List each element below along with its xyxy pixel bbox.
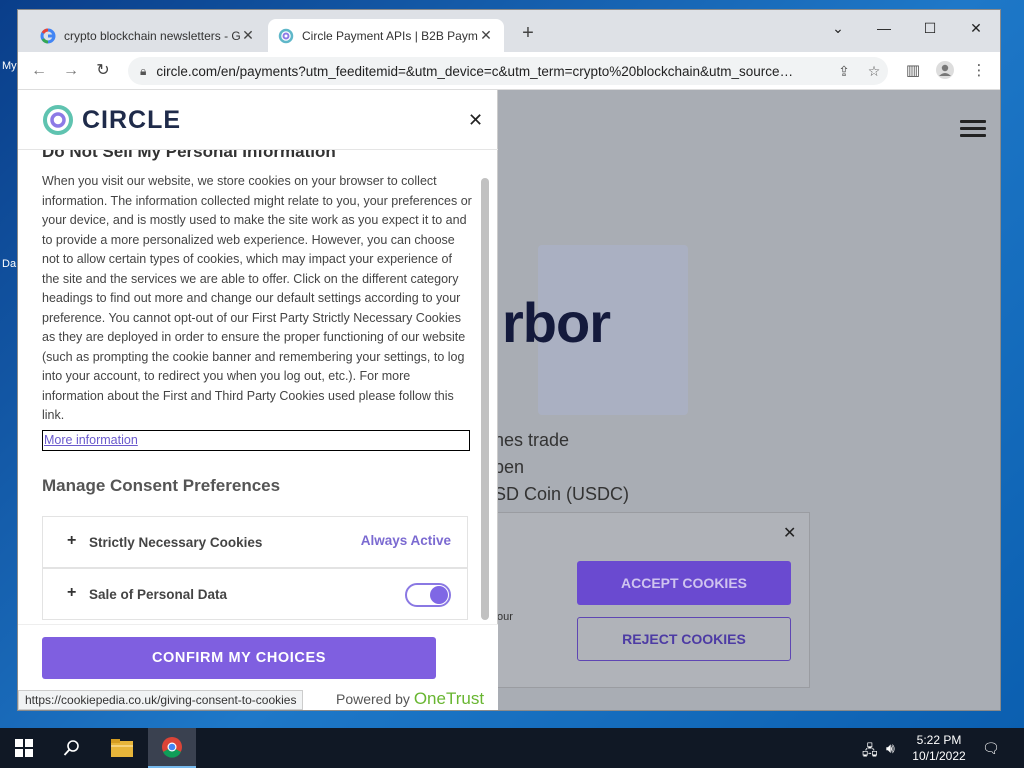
category-sale-of-personal-data[interactable]: + Sale of Personal Data xyxy=(42,568,468,620)
forward-button[interactable]: → xyxy=(60,60,82,82)
network-icon[interactable]: 🖧︎ xyxy=(862,740,878,764)
accept-cookies-button[interactable]: ACCEPT COOKIES xyxy=(577,561,791,605)
preference-heading: Do Not Sell My Personal Information xyxy=(42,150,336,161)
circle-logo-icon xyxy=(43,105,73,135)
powered-by-label: Powered by xyxy=(336,691,410,707)
close-tab-icon[interactable]: ✕ xyxy=(478,27,494,44)
tab-bar: crypto blockchain newsletters - G ✕ Circ… xyxy=(18,10,1000,52)
onetrust-logo: OneTrust xyxy=(413,689,485,708)
close-icon[interactable]: ✕ xyxy=(468,110,483,131)
circle-favicon-icon xyxy=(278,28,294,44)
profile-avatar-icon[interactable] xyxy=(934,60,956,82)
reload-button[interactable]: ↻ xyxy=(92,60,114,82)
powered-by-onetrust[interactable]: Powered by OneTrust xyxy=(336,689,484,709)
category-strictly-necessary[interactable]: + Strictly Necessary Cookies Always Acti… xyxy=(42,516,468,568)
circle-logo: CIRCLE xyxy=(42,104,181,136)
sale-of-data-toggle[interactable] xyxy=(405,583,451,607)
scrollbar-thumb[interactable] xyxy=(481,178,489,620)
notifications-icon[interactable]: 🗨︎ xyxy=(982,740,1000,757)
clock-time: 5:22 PM xyxy=(916,733,962,747)
volume-icon[interactable]: 🔊︎ xyxy=(886,740,895,757)
desktop-icon-label[interactable]: My xyxy=(2,60,17,72)
taskbar: 🖧︎ 🔊︎ 5:22 PM 10/1/2022 🗨︎ xyxy=(0,728,1024,768)
browser-window: crypto blockchain newsletters - G ✕ Circ… xyxy=(18,10,1000,710)
banner-text: our xyxy=(497,611,513,623)
expand-icon[interactable]: + xyxy=(67,532,76,550)
tab-search-icon[interactable]: ⌄ xyxy=(818,16,858,40)
share-icon[interactable]: ⇪ xyxy=(832,57,856,85)
tab-title: Circle Payment APIs | B2B Payme xyxy=(302,28,478,43)
logo-text: CIRCLE xyxy=(82,105,182,134)
windows-logo-icon xyxy=(15,739,33,757)
chrome-taskbar-icon[interactable] xyxy=(148,728,196,768)
close-tab-icon[interactable]: ✕ xyxy=(240,27,256,44)
cookie-banner: ✕ our ACCEPT COOKIES REJECT COOKIES xyxy=(496,512,810,688)
clock[interactable]: 5:22 PM 10/1/2022 xyxy=(908,732,970,764)
background-logo: rbor xyxy=(502,291,611,354)
background-text: SD Coin (USDC) xyxy=(494,484,630,504)
scrollbar[interactable] xyxy=(480,178,490,624)
back-button[interactable]: ← xyxy=(28,60,50,82)
more-information-link[interactable]: More information xyxy=(42,430,470,451)
always-active-label: Always Active xyxy=(360,533,451,548)
minimize-button[interactable]: — xyxy=(864,16,904,40)
manage-consent-heading: Manage Consent Preferences xyxy=(42,476,281,495)
close-icon[interactable]: ✕ xyxy=(783,523,796,543)
status-bar-url: https://cookiepedia.co.uk/giving-consent… xyxy=(18,690,304,710)
tab-circle-payments[interactable]: Circle Payment APIs | B2B Payme ✕ xyxy=(268,19,504,52)
hamburger-menu-icon[interactable] xyxy=(960,120,986,140)
preference-center: CIRCLE ✕ Do Not Sell My Personal Informa… xyxy=(18,90,498,710)
background-text: nes trade xyxy=(494,430,570,450)
bookmark-star-icon[interactable]: ☆ xyxy=(862,57,886,85)
category-label: Sale of Personal Data xyxy=(89,586,228,602)
side-panel-icon[interactable]: ▥ xyxy=(902,60,924,82)
browser-menu-icon[interactable]: ⋮ xyxy=(968,60,990,82)
expand-icon[interactable]: + xyxy=(67,584,76,602)
toggle-knob xyxy=(430,586,448,604)
search-icon[interactable] xyxy=(48,728,96,768)
clock-date: 10/1/2022 xyxy=(912,749,966,763)
category-label: Strictly Necessary Cookies xyxy=(89,534,263,550)
close-window-button[interactable]: ✕ xyxy=(956,16,996,40)
tab-title: crypto blockchain newsletters - G xyxy=(64,28,240,43)
preference-center-header: CIRCLE ✕ xyxy=(18,90,498,150)
desktop-icon-label[interactable]: Da xyxy=(2,258,16,270)
preference-description: When you visit our website, we store coo… xyxy=(42,174,472,422)
file-explorer-icon[interactable] xyxy=(98,728,146,768)
browser-toolbar: ← → ↻ 🔒︎ circle.com/en/payments?utm_feed… xyxy=(18,52,1000,90)
address-bar[interactable]: 🔒︎ circle.com/en/payments?utm_feeditemid… xyxy=(128,57,888,85)
confirm-my-choices-button[interactable]: CONFIRM MY CHOICES xyxy=(42,637,436,679)
google-icon xyxy=(40,28,56,44)
background-text: pen xyxy=(494,457,525,477)
maximize-button[interactable]: ☐ xyxy=(910,16,950,40)
new-tab-button[interactable]: + xyxy=(516,22,540,46)
web-page: rbor nes trade pen SD Coin (USDC) ✕ our … xyxy=(18,90,1000,710)
lock-icon[interactable]: 🔒︎ xyxy=(140,64,146,79)
preference-center-body: Do Not Sell My Personal Information When… xyxy=(42,150,478,624)
reject-cookies-button[interactable]: REJECT COOKIES xyxy=(577,617,791,661)
start-button[interactable] xyxy=(0,728,48,768)
tab-google-search[interactable]: crypto blockchain newsletters - G ✕ xyxy=(30,19,266,52)
url-text: circle.com/en/payments?utm_feeditemid=&u… xyxy=(156,63,794,79)
